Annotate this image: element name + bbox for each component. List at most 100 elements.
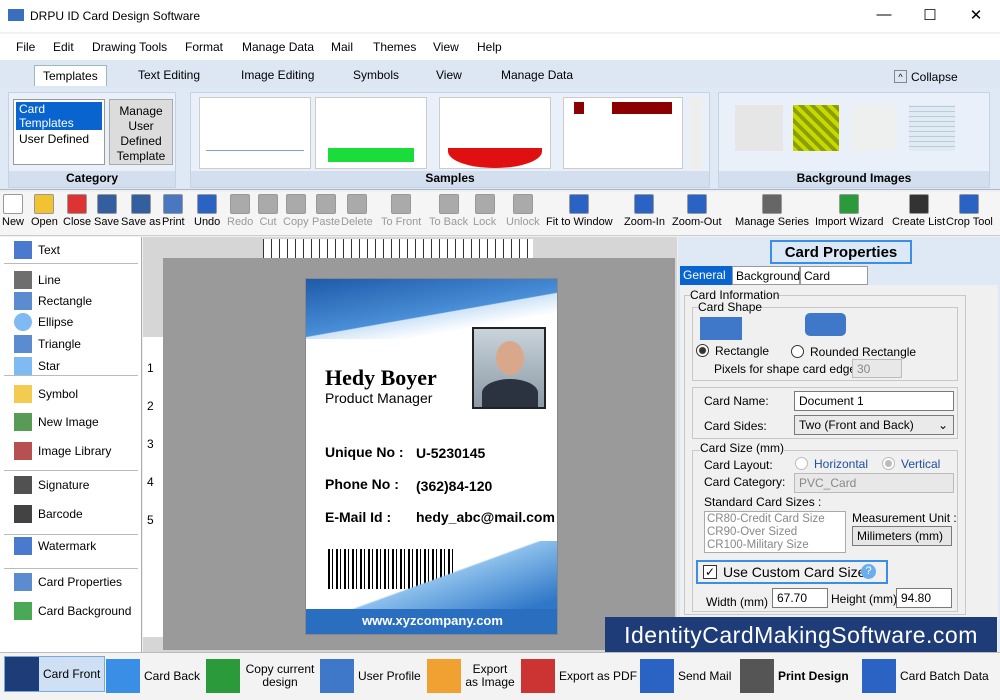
minimize-button[interactable]: —: [874, 6, 894, 26]
tab-general[interactable]: General: [680, 266, 732, 285]
tool-watermark[interactable]: Watermark: [14, 537, 96, 555]
tool-text[interactable]: Text: [14, 241, 60, 259]
tab-card-border[interactable]: Card Border: [800, 266, 868, 297]
background-image-2[interactable]: [793, 105, 839, 151]
redo-button[interactable]: Redo: [227, 194, 253, 228]
delete-button[interactable]: Delete: [341, 194, 373, 228]
list-item[interactable]: CR80-Credit Card Size: [707, 513, 843, 526]
tool-new-image[interactable]: New Image: [14, 413, 99, 431]
tab-text-editing[interactable]: Text Editing: [138, 68, 200, 82]
export-as-pdf-button[interactable]: Export as PDF: [521, 659, 637, 693]
menu-edit[interactable]: Edit: [53, 40, 74, 54]
manage-template-button[interactable]: Manage User Defined Template: [109, 99, 173, 165]
email-label[interactable]: E-Mail Id :: [325, 509, 391, 525]
tool-star[interactable]: Star: [14, 357, 60, 375]
collapse-button[interactable]: ^ Collapse: [894, 70, 958, 84]
custom-size-checkbox[interactable]: ✓: [703, 565, 717, 579]
cut-button[interactable]: Cut: [258, 194, 278, 228]
card-batch-data-button[interactable]: Card Batch Data: [862, 659, 989, 693]
to-back-button[interactable]: To Back: [429, 194, 468, 228]
list-item[interactable]: CR90-Over Sized: [707, 526, 843, 539]
background-image-1[interactable]: [735, 105, 783, 151]
maximize-button[interactable]: ☐: [920, 6, 940, 26]
tool-symbol[interactable]: Symbol: [14, 385, 78, 403]
phone-no-label[interactable]: Phone No :: [325, 476, 399, 492]
id-card-front[interactable]: Hedy Boyer Product Manager Unique No : U…: [305, 278, 558, 635]
menu-format[interactable]: Format: [185, 40, 223, 54]
fit-to-window-button[interactable]: Fit to Window: [546, 194, 613, 228]
save-as-button[interactable]: Save as: [121, 194, 161, 228]
tab-templates[interactable]: Templates: [34, 65, 107, 86]
menu-manage-data[interactable]: Manage Data: [242, 40, 314, 54]
category-item-user-defined[interactable]: User Defined: [16, 132, 102, 146]
unique-no-label[interactable]: Unique No :: [325, 444, 404, 460]
card-front-button[interactable]: Card Front: [4, 656, 106, 692]
tool-ellipse[interactable]: Ellipse: [14, 313, 73, 331]
manage-series-button[interactable]: Manage Series: [735, 194, 809, 228]
sample-template-2[interactable]: [315, 97, 427, 169]
menu-help[interactable]: Help: [477, 40, 502, 54]
horizontal-radio[interactable]: [795, 457, 808, 470]
card-job-title[interactable]: Product Manager: [325, 390, 432, 406]
send-mail-button[interactable]: Send Mail: [640, 659, 731, 693]
card-name[interactable]: Hedy Boyer: [325, 365, 437, 391]
rounded-rectangle-shape-icon[interactable]: [805, 313, 846, 336]
tab-image-editing[interactable]: Image Editing: [241, 68, 314, 82]
unlock-button[interactable]: Unlock: [506, 194, 540, 228]
copy-button[interactable]: Copy: [283, 194, 309, 228]
pixels-edge-stepper[interactable]: 30: [852, 359, 902, 378]
background-image-4[interactable]: [909, 105, 955, 151]
phone-no-value[interactable]: (362)84-120: [416, 478, 492, 494]
rounded-rectangle-radio[interactable]: [791, 345, 804, 358]
vertical-radio[interactable]: [882, 457, 895, 470]
close-button[interactable]: ✕: [966, 6, 986, 26]
crop-tool-button[interactable]: Crop Tool: [946, 194, 993, 228]
sample-template-4[interactable]: [563, 97, 683, 169]
open-button[interactable]: Open: [31, 194, 58, 228]
tool-card-background[interactable]: Card Background: [14, 602, 131, 620]
import-wizard-button[interactable]: Import Wizard: [815, 194, 883, 228]
help-icon[interactable]: ?: [861, 564, 876, 579]
lock-button[interactable]: Lock: [473, 194, 496, 228]
user-profile-button[interactable]: User Profile: [320, 659, 421, 693]
menu-view[interactable]: View: [433, 40, 459, 54]
to-front-button[interactable]: To Front: [381, 194, 421, 228]
card-category-select[interactable]: PVC_Card: [794, 473, 954, 493]
copy-current-design-button[interactable]: Copy current design: [206, 659, 316, 693]
tool-barcode[interactable]: Barcode: [14, 505, 83, 523]
card-sides-select[interactable]: Two (Front and Back) ⌄: [794, 415, 954, 435]
card-name-input[interactable]: Document 1: [794, 391, 954, 411]
tool-signature[interactable]: Signature: [14, 476, 89, 494]
category-item-card-templates[interactable]: Card Templates: [16, 102, 102, 130]
tool-triangle[interactable]: Triangle: [14, 335, 81, 353]
rectangle-shape-icon[interactable]: [700, 317, 742, 340]
card-back-button[interactable]: Card Back: [106, 659, 200, 693]
tool-line[interactable]: Line: [14, 271, 61, 289]
sample-template-3[interactable]: [439, 97, 551, 169]
card-website[interactable]: www.xyzcompany.com: [306, 613, 557, 628]
close-button[interactable]: Close: [63, 194, 91, 228]
rectangle-radio[interactable]: [696, 344, 709, 357]
export-as-image-button[interactable]: Export as Image: [427, 659, 515, 693]
tab-manage-data[interactable]: Manage Data: [501, 68, 573, 82]
new-button[interactable]: New: [2, 194, 24, 228]
save-button[interactable]: Save: [94, 194, 119, 228]
tool-image-library[interactable]: Image Library: [14, 442, 111, 460]
list-item[interactable]: CR100-Military Size: [707, 539, 843, 552]
zoom-in-button[interactable]: Zoom-In: [624, 194, 665, 228]
tab-symbols[interactable]: Symbols: [353, 68, 399, 82]
print-design-button[interactable]: Print Design: [740, 659, 849, 693]
unique-no-value[interactable]: U-5230145: [416, 445, 485, 461]
paste-button[interactable]: Paste: [312, 194, 340, 228]
menu-drawing-tools[interactable]: Drawing Tools: [92, 40, 167, 54]
height-stepper[interactable]: 94.80: [896, 588, 952, 608]
sample-template-1[interactable]: [199, 97, 311, 169]
standard-sizes-list[interactable]: CR80-Credit Card Size CR90-Over Sized CR…: [704, 511, 846, 553]
email-value[interactable]: hedy_abc@mail.com: [416, 509, 555, 525]
tab-background[interactable]: Background: [732, 266, 800, 285]
menu-mail[interactable]: Mail: [331, 40, 353, 54]
tab-view[interactable]: View: [436, 68, 462, 82]
tool-rectangle[interactable]: Rectangle: [14, 292, 92, 310]
tool-card-properties[interactable]: Card Properties: [14, 573, 122, 591]
card-photo[interactable]: [472, 327, 546, 409]
